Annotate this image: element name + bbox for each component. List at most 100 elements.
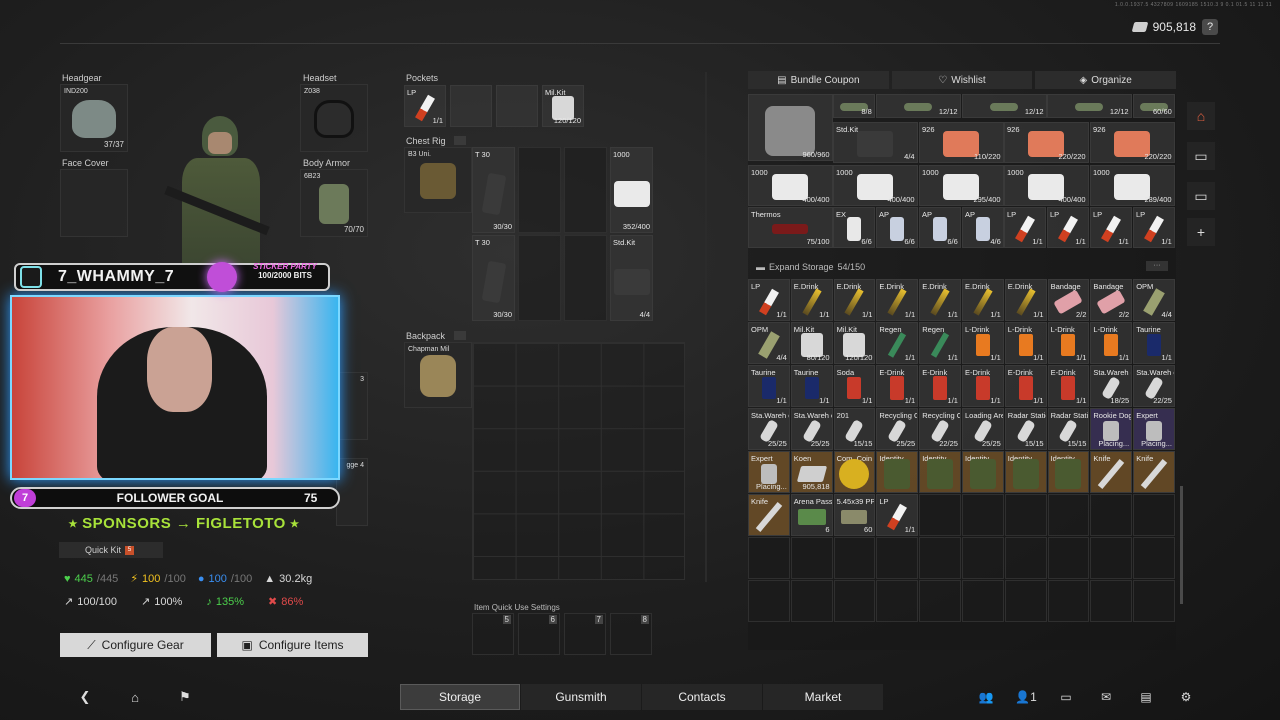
wishlist-tab[interactable]: ♡ Wishlist [891, 71, 1033, 89]
item-cell[interactable]: Sta.Wareh ouse 25/25 [748, 408, 790, 450]
empty-storage-cell[interactable] [1090, 494, 1133, 536]
empty-storage-cell[interactable] [1133, 537, 1175, 579]
item-cell[interactable]: 201 15/15 [833, 408, 876, 450]
item-cell[interactable]: Knife [1133, 451, 1175, 493]
hidden-gear-slot-a[interactable]: 3 [336, 372, 368, 440]
mail-icon[interactable]: ✉ [1086, 684, 1126, 710]
item-cell[interactable]: Mil.Kit 120/120 [833, 322, 876, 364]
empty-storage-cell[interactable] [919, 537, 961, 579]
item-cell[interactable]: 1000 400/400 [833, 165, 918, 206]
empty-storage-cell[interactable] [1004, 580, 1047, 622]
quick-use-slot[interactable]: 5 [472, 613, 514, 655]
empty-storage-cell[interactable] [1133, 494, 1175, 536]
item-cell[interactable]: E.Drink 1/1 [790, 279, 833, 321]
friends-icon[interactable]: 👤1 [1006, 684, 1046, 710]
empty-storage-cell[interactable] [876, 580, 919, 622]
quick-use-slot[interactable]: 6 [518, 613, 560, 655]
item-cell[interactable]: L-Drink 1/1 [962, 322, 1004, 364]
item-cell[interactable]: Identity [1004, 451, 1047, 493]
item-cell[interactable]: 926 220/220 [1004, 122, 1089, 163]
empty-storage-cell[interactable] [1047, 580, 1090, 622]
chat-icon[interactable]: ▭ [1046, 684, 1086, 710]
empty-storage-cell[interactable] [1133, 580, 1175, 622]
empty-storage-cell[interactable] [962, 580, 1004, 622]
chest-rig-slot[interactable]: B3 Uni. [404, 147, 472, 213]
item-cell[interactable]: LP 1/1 [1047, 207, 1089, 248]
item-cell[interactable]: Identity [876, 451, 919, 493]
item-cell[interactable]: 8/8 [833, 94, 875, 119]
item-cell[interactable]: E-Drink 1/1 [962, 365, 1004, 407]
item-cell[interactable] [450, 85, 492, 127]
item-cell[interactable]: Expert Placing... [748, 451, 790, 493]
empty-storage-cell[interactable] [790, 537, 833, 579]
empty-grid-cell[interactable] [564, 147, 607, 233]
backpack-slot[interactable]: Chapman Mil [404, 342, 472, 408]
headgear-slot[interactable]: IND200 37/37 [60, 84, 128, 152]
tab-storage[interactable]: Storage [400, 684, 520, 710]
item-cell[interactable]: 1000 289/400 [1090, 165, 1175, 206]
item-cell[interactable]: Std.Kit 4/4 [610, 235, 653, 321]
item-cell[interactable]: Expert Placing... [1133, 408, 1175, 450]
settings-gear-icon[interactable]: ⚙ [1166, 684, 1206, 710]
item-cell[interactable]: E.Drink 1/1 [962, 279, 1004, 321]
item-cell[interactable]: E-Drink 1/1 [1004, 365, 1047, 407]
item-cell[interactable]: Recycling Office 22/25 [919, 408, 961, 450]
item-cell[interactable]: E.Drink 1/1 [919, 279, 961, 321]
side-home-button[interactable]: ⌂ [1187, 102, 1215, 130]
item-cell[interactable]: Rookie Dog Tag Placing... [1090, 408, 1133, 450]
item-cell[interactable]: E.Drink 1/1 [1004, 279, 1047, 321]
configure-items-button[interactable]: ▣ Configure Items [217, 633, 368, 657]
item-cell[interactable]: LP 1/1 [404, 85, 446, 127]
empty-storage-cell[interactable] [1090, 580, 1133, 622]
tab-market[interactable]: Market [763, 684, 883, 710]
item-cell[interactable]: E.Drink 1/1 [876, 279, 919, 321]
empty-storage-cell[interactable] [919, 494, 961, 536]
item-cell[interactable]: 12/12 [876, 94, 961, 119]
item-cell[interactable]: E.Drink 1/1 [833, 279, 876, 321]
item-cell[interactable]: LP 1/1 [748, 279, 790, 321]
tab-gunsmith[interactable]: Gunsmith [521, 684, 641, 710]
item-cell[interactable]: L-Drink 1/1 [1090, 322, 1133, 364]
back-arrow-icon[interactable]: ❮ [60, 689, 110, 705]
empty-storage-cell[interactable] [1090, 537, 1133, 579]
empty-grid-cell[interactable] [564, 235, 607, 321]
item-cell[interactable]: Com. Coin [833, 451, 876, 493]
item-cell[interactable]: 12/12 [962, 94, 1047, 119]
item-cell[interactable]: Radar Station 15/15 [1004, 408, 1047, 450]
item-cell[interactable]: 1000 352/400 [610, 147, 653, 233]
item-cell[interactable]: Thermos 75/100 [748, 207, 833, 248]
item-cell[interactable]: OPM 4/4 [1133, 279, 1175, 321]
item-cell[interactable]: Sta.Wareh ouse 25/25 [790, 408, 833, 450]
item-cell[interactable]: 1000 400/400 [748, 165, 833, 206]
item-cell[interactable]: 60/60 [1133, 94, 1175, 119]
item-cell[interactable]: 926 110/220 [919, 122, 1004, 163]
item-cell[interactable]: 960/960 [748, 94, 833, 162]
quick-use-slot[interactable]: 8 [610, 613, 652, 655]
empty-storage-cell[interactable] [833, 580, 876, 622]
item-cell[interactable]: L-Drink 1/1 [1004, 322, 1047, 364]
item-cell[interactable]: 5.45x39 PP 60 [833, 494, 876, 536]
item-cell[interactable]: Identity [1047, 451, 1090, 493]
configure-gear-button[interactable]: ⟋ Configure Gear [60, 633, 211, 657]
item-cell[interactable]: Radar Station 15/15 [1047, 408, 1090, 450]
body-armor-slot[interactable]: 6B23 70/70 [300, 169, 368, 237]
item-cell[interactable]: Recycling Office 25/25 [876, 408, 919, 450]
empty-storage-cell[interactable] [748, 537, 790, 579]
empty-storage-cell[interactable] [790, 580, 833, 622]
more-options-icon[interactable]: ··· [1146, 261, 1168, 271]
expand-storage-bar[interactable]: ▬ Expand Storage 54/150 ··· [748, 258, 1176, 276]
empty-storage-cell[interactable] [1004, 537, 1047, 579]
item-cell[interactable]: Taurine 1/1 [748, 365, 790, 407]
item-cell[interactable]: 1000 295/400 [919, 165, 1004, 206]
item-cell[interactable]: OPM 4/4 [748, 322, 790, 364]
item-cell[interactable]: Identity [919, 451, 961, 493]
item-cell[interactable]: T 30 30/30 [472, 235, 515, 321]
item-cell[interactable]: AP 4/6 [962, 207, 1004, 248]
item-cell[interactable]: E-Drink 1/1 [876, 365, 919, 407]
hidden-gear-slot-b[interactable]: gge 4 [336, 458, 368, 526]
item-cell[interactable]: Sta.Wareh ouse 22/25 [1133, 365, 1175, 407]
squad-icon[interactable]: 👥 [966, 684, 1006, 710]
item-cell[interactable]: Soda 1/1 [833, 365, 876, 407]
item-cell[interactable]: Bandage 2/2 [1047, 279, 1090, 321]
item-cell[interactable]: Regen 1/1 [876, 322, 919, 364]
